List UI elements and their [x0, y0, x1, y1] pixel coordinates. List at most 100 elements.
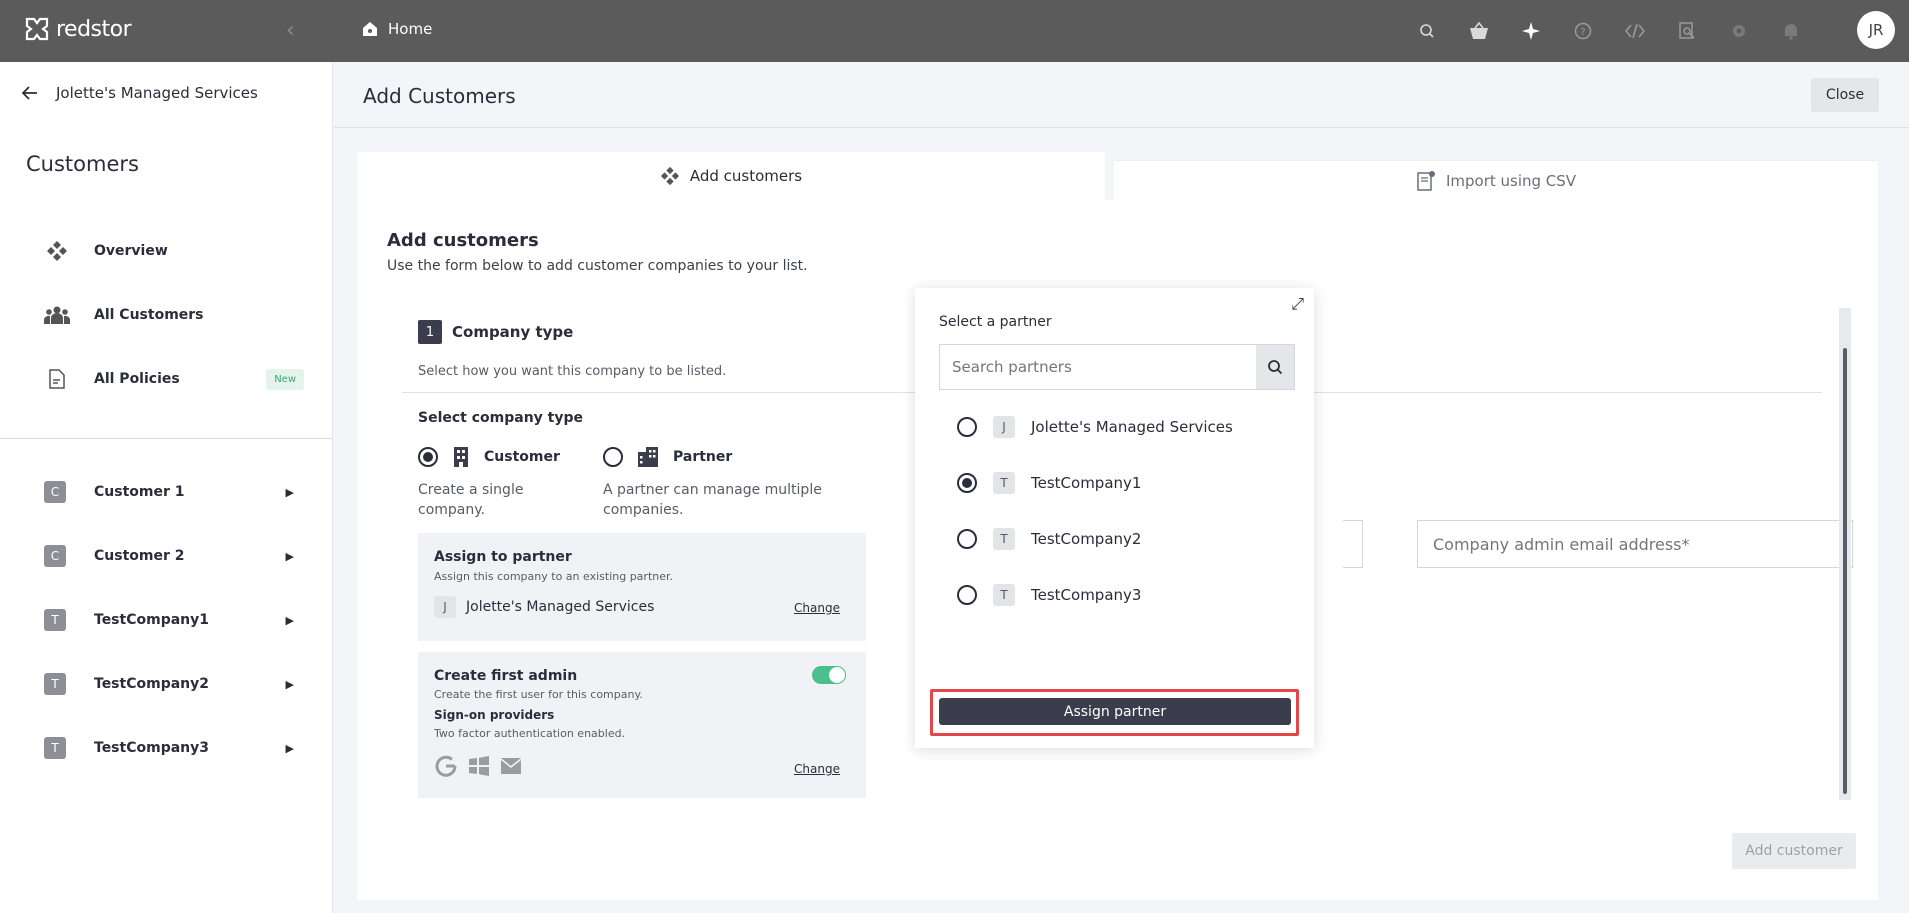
- csv-file-icon: [1417, 170, 1435, 191]
- caret-right-icon[interactable]: ▶: [286, 678, 294, 691]
- company-letter: J: [993, 416, 1015, 438]
- step-header: 1 Company type: [418, 320, 573, 344]
- scrollbar-thumb[interactable]: [1843, 348, 1847, 794]
- add-customer-button[interactable]: Add customer: [1732, 833, 1856, 869]
- customer-label: TestCompany1: [94, 612, 209, 628]
- caret-right-icon[interactable]: ▶: [286, 742, 294, 755]
- company-letter: T: [993, 584, 1015, 606]
- tab-add-customers[interactable]: Add customers: [357, 152, 1105, 200]
- sparkle-icon[interactable]: [1505, 16, 1557, 46]
- windows-icon: [469, 756, 489, 776]
- type-description: A partner can manage multiple companies.: [603, 482, 822, 518]
- providers-subtitle: Two factor authentication enabled.: [434, 727, 626, 740]
- change-partner-link[interactable]: Change: [794, 601, 840, 615]
- arrow-left-icon: [22, 86, 37, 100]
- customer-label: Customer 2: [94, 548, 185, 564]
- type-option-customer[interactable]: Customer: [418, 446, 560, 468]
- search-button[interactable]: [1256, 345, 1294, 389]
- company-letter: C: [44, 545, 66, 567]
- admin-email-field[interactable]: [1417, 520, 1853, 568]
- sidebar-item-overview[interactable]: Overview: [44, 231, 304, 271]
- partner-radio[interactable]: [603, 447, 623, 467]
- assign-partner-button[interactable]: Assign partner: [939, 698, 1291, 725]
- assigned-partner: J Jolette's Managed Services: [434, 596, 654, 618]
- google-icon: [435, 755, 457, 777]
- inspect-icon[interactable]: [1661, 16, 1713, 46]
- caret-right-icon[interactable]: ▶: [286, 614, 294, 627]
- partner-option[interactable]: T TestCompany3: [957, 584, 1141, 606]
- tab-import-csv[interactable]: Import using CSV: [1114, 160, 1878, 200]
- card-subtitle: Use the form below to add customer compa…: [387, 258, 808, 274]
- collapse-sidebar-icon[interactable]: ‹: [286, 18, 295, 43]
- form-scrollbar[interactable]: [1839, 308, 1851, 800]
- company-letter: T: [993, 472, 1015, 494]
- customer-radio[interactable]: [418, 447, 438, 467]
- mail-icon: [500, 758, 522, 774]
- customer-label: TestCompany3: [94, 740, 209, 756]
- users-icon: [44, 305, 70, 325]
- company-letter: T: [44, 609, 66, 631]
- sidebar-item-all-policies[interactable]: All Policies New: [44, 359, 304, 399]
- toolbar-icons: ?: [1401, 16, 1817, 46]
- help-icon[interactable]: ?: [1557, 16, 1609, 46]
- partner-option-radio[interactable]: [957, 529, 977, 549]
- sidebar-item-label: All Customers: [94, 307, 204, 323]
- providers-title: Sign-on providers: [434, 708, 555, 722]
- partner-option-label: TestCompany3: [1031, 586, 1142, 604]
- close-icon[interactable]: ⤢: [1291, 294, 1304, 314]
- partner-option-radio[interactable]: [957, 473, 977, 493]
- sidebar-item-all-customers[interactable]: All Customers: [44, 295, 304, 335]
- sidebar-customer-item[interactable]: T TestCompany1 ▶: [44, 605, 294, 635]
- code-icon[interactable]: [1609, 16, 1661, 46]
- user-avatar[interactable]: JR: [1857, 11, 1895, 49]
- provider-icons: [434, 754, 522, 778]
- type-label: Customer: [484, 449, 560, 465]
- type-label: Partner: [673, 449, 733, 465]
- partner-option[interactable]: T TestCompany1: [957, 472, 1141, 494]
- sidebar-item-label: Overview: [94, 243, 168, 259]
- overview-icon: [44, 240, 70, 262]
- document-icon: [44, 369, 70, 389]
- brand-logo[interactable]: redstor: [24, 16, 132, 42]
- search-input[interactable]: [940, 345, 1256, 389]
- sidebar-customer-item[interactable]: T TestCompany3 ▶: [44, 733, 294, 763]
- sidebar-title: Customers: [26, 152, 139, 176]
- company-letter: T: [44, 673, 66, 695]
- home-icon: [363, 22, 377, 36]
- breadcrumb[interactable]: Home: [362, 20, 432, 38]
- change-providers-link[interactable]: Change: [794, 762, 840, 776]
- basket-icon[interactable]: [1453, 16, 1505, 46]
- customer-label: TestCompany2: [94, 676, 209, 692]
- create-admin-toggle[interactable]: [812, 666, 846, 684]
- partner-option[interactable]: T TestCompany2: [957, 528, 1141, 550]
- bell-icon[interactable]: [1765, 16, 1817, 46]
- assign-title: Assign to partner: [434, 549, 572, 565]
- search-icon[interactable]: [1401, 16, 1453, 46]
- partner-option[interactable]: J Jolette's Managed Services: [957, 416, 1233, 438]
- company-letter: T: [44, 737, 66, 759]
- close-button[interactable]: Close: [1811, 78, 1879, 112]
- partner-option-radio[interactable]: [957, 417, 977, 437]
- type-description: Create a single company.: [418, 482, 524, 518]
- admin-name-field[interactable]: [1343, 520, 1363, 568]
- partner-option-label: TestCompany2: [1031, 530, 1142, 548]
- company-letter: C: [44, 481, 66, 503]
- type-option-partner[interactable]: Partner: [603, 446, 732, 468]
- gear-icon[interactable]: [1713, 16, 1765, 46]
- popover-title: Select a partner: [939, 314, 1052, 330]
- company-letter: J: [434, 596, 456, 618]
- new-badge: New: [266, 368, 304, 390]
- sidebar-customer-item[interactable]: T TestCompany2 ▶: [44, 669, 294, 699]
- sidebar: Jolette's Managed Services Customers Ove…: [0, 62, 333, 913]
- caret-right-icon[interactable]: ▶: [286, 486, 294, 499]
- back-to-partner-link[interactable]: Jolette's Managed Services: [22, 84, 258, 102]
- sidebar-customer-item[interactable]: C Customer 1 ▶: [44, 477, 294, 507]
- sidebar-customer-item[interactable]: C Customer 2 ▶: [44, 541, 294, 571]
- first-admin-box: Create first admin Create the first user…: [418, 652, 866, 798]
- select-partner-popover: ⤢ Select a partner J Jolette's Managed S…: [915, 288, 1314, 748]
- sidebar-item-label: All Policies: [94, 371, 180, 387]
- caret-right-icon[interactable]: ▶: [286, 550, 294, 563]
- partner-option-radio[interactable]: [957, 585, 977, 605]
- select-type-title: Select company type: [418, 410, 584, 426]
- company-letter: T: [993, 528, 1015, 550]
